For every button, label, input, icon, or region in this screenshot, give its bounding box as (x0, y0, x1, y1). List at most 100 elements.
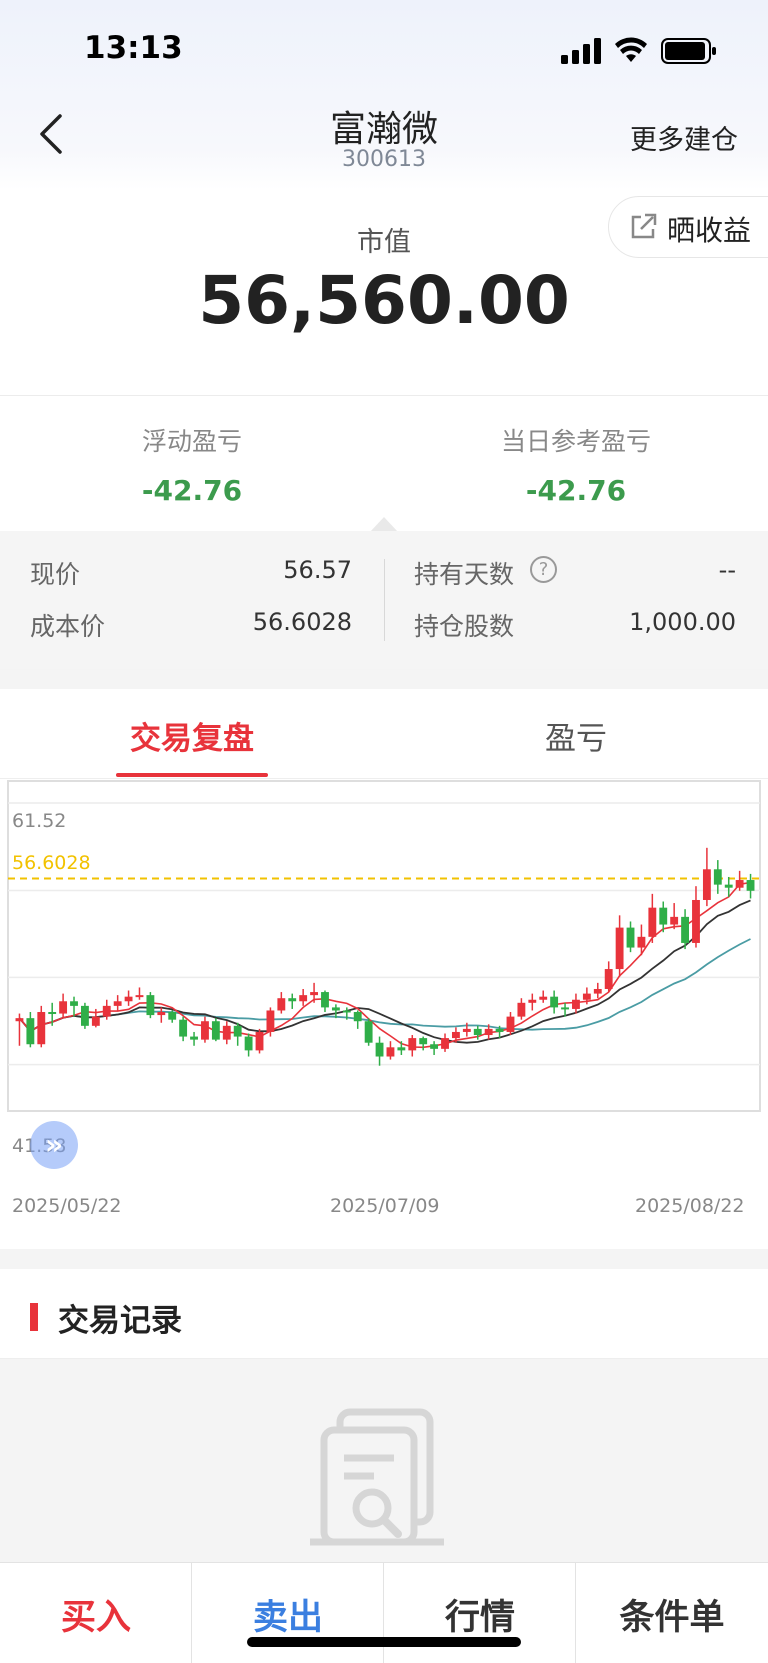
home-indicator (247, 1637, 521, 1647)
ma10-line (18, 899, 751, 1044)
candle-body (157, 1012, 166, 1016)
candle-body (561, 1007, 569, 1010)
candle-body (637, 936, 646, 948)
candle-body (342, 1010, 351, 1013)
trade-records-header: 交易记录 (0, 1269, 768, 1359)
candle-body (408, 1038, 417, 1051)
tab-profit-loss[interactable]: 盈亏 (384, 713, 768, 758)
x-tick-label: 2025/07/09 (330, 1195, 440, 1217)
candle-body (517, 1002, 526, 1017)
candle-body (288, 998, 297, 1002)
kline-svg (7, 780, 761, 1112)
candle-body (102, 1005, 111, 1017)
status-bar: 13:13 (0, 0, 768, 100)
candle-body (626, 927, 635, 948)
active-tab-indicator (116, 773, 268, 777)
candle-body (604, 969, 613, 989)
help-icon[interactable]: ? (530, 556, 557, 583)
cellular-signal-icon (561, 38, 601, 64)
candle-body (473, 1028, 482, 1036)
floating-pl-value: -42.76 (141, 474, 243, 507)
candle-body (233, 1025, 242, 1037)
candle-body (670, 916, 679, 925)
candle-body (593, 988, 602, 994)
candle-body (353, 1012, 362, 1022)
candle-body (462, 1028, 471, 1032)
market-value: 56,560.00 (198, 262, 570, 339)
kline-chart[interactable]: 61.52 56.6028 41.58 2025/05/22 2025/07/0… (0, 779, 768, 1249)
tab-trade-review[interactable]: 交易复盘 (0, 713, 384, 758)
quote-button[interactable]: 行情 (384, 1563, 576, 1663)
candle-body (91, 1016, 100, 1026)
buy-button[interactable]: 买入 (0, 1563, 192, 1663)
shares-label: 持仓股数 (414, 612, 515, 641)
candle-body (299, 995, 308, 1002)
bottom-action-bar: 买入 卖出 行情 条件单 (0, 1562, 768, 1663)
candle-body (746, 880, 755, 891)
position-details: 现价 56.57 成本价 56.6028 持有天数 ? -- 持仓股数 1,00… (0, 531, 768, 669)
candle-body (582, 993, 591, 1000)
candle-body (222, 1025, 231, 1040)
cost-value: 56.6028 (252, 608, 352, 636)
candle-body (702, 869, 711, 900)
candle-body (244, 1036, 253, 1051)
cost-label: 成本价 (30, 612, 106, 641)
candle-body (615, 927, 624, 970)
empty-records-icon (310, 1408, 444, 1546)
daily-pl-value: -42.76 (525, 474, 627, 507)
candle-body (331, 1007, 340, 1011)
expand-chart-button[interactable]: » (30, 1121, 78, 1169)
cost-line-label: 56.6028 (12, 852, 91, 875)
candle-body (80, 1005, 89, 1026)
shares-value: 1,000.00 (629, 608, 736, 636)
candle-body (146, 995, 155, 1016)
conditional-order-button[interactable]: 条件单 (576, 1563, 768, 1663)
candle-body (451, 1031, 460, 1039)
candle-body (528, 999, 537, 1003)
panel-pointer (370, 517, 398, 532)
candle-body (713, 869, 722, 885)
candle-body (48, 1012, 57, 1015)
candle-body (15, 1018, 24, 1022)
candle-body (190, 1036, 198, 1040)
more-positions-button[interactable]: 更多建仓 (630, 118, 738, 157)
daily-pl: 当日参考盈亏 -42.76 (384, 422, 768, 507)
candle-body (321, 992, 329, 1008)
candle-body (484, 1028, 493, 1036)
candle-body (735, 880, 744, 888)
candle-body (724, 884, 733, 888)
details-divider (384, 559, 385, 641)
candle-body (648, 907, 657, 937)
candle-body (70, 1001, 78, 1006)
double-chevron-icon: » (44, 1128, 64, 1161)
candle-body (135, 995, 144, 998)
candle-body (397, 1047, 406, 1051)
tab-bar: 交易复盘 盈亏 (0, 689, 768, 779)
candle-body (659, 907, 668, 925)
price-value: 56.57 (283, 556, 352, 584)
candle-body (386, 1047, 395, 1057)
wifi-icon (615, 37, 647, 62)
candle-body (277, 998, 286, 1011)
candle-body (419, 1038, 428, 1045)
candle-body (430, 1044, 439, 1049)
daily-pl-label: 当日参考盈亏 (500, 427, 651, 456)
y-max-label: 61.52 (12, 810, 67, 832)
market-value-label: 市值 (357, 227, 411, 258)
candle-body (211, 1021, 220, 1040)
candle-body (37, 1012, 46, 1045)
x-tick-label: 2025/05/22 (12, 1195, 122, 1217)
candle-body (364, 1021, 373, 1043)
section-marker (30, 1303, 38, 1331)
candle-body (113, 1001, 122, 1006)
candle-body (681, 916, 690, 943)
stock-name: 富瀚微 (329, 109, 438, 150)
sell-button[interactable]: 卖出 (192, 1563, 384, 1663)
battery-icon (661, 38, 716, 64)
back-arrow-icon[interactable] (36, 112, 66, 156)
candle-body (255, 1031, 264, 1051)
status-time: 13:13 (84, 30, 183, 66)
candle-body (495, 1028, 504, 1032)
x-tick-label: 2025/08/22 (635, 1195, 745, 1217)
candle-body (59, 1001, 68, 1014)
